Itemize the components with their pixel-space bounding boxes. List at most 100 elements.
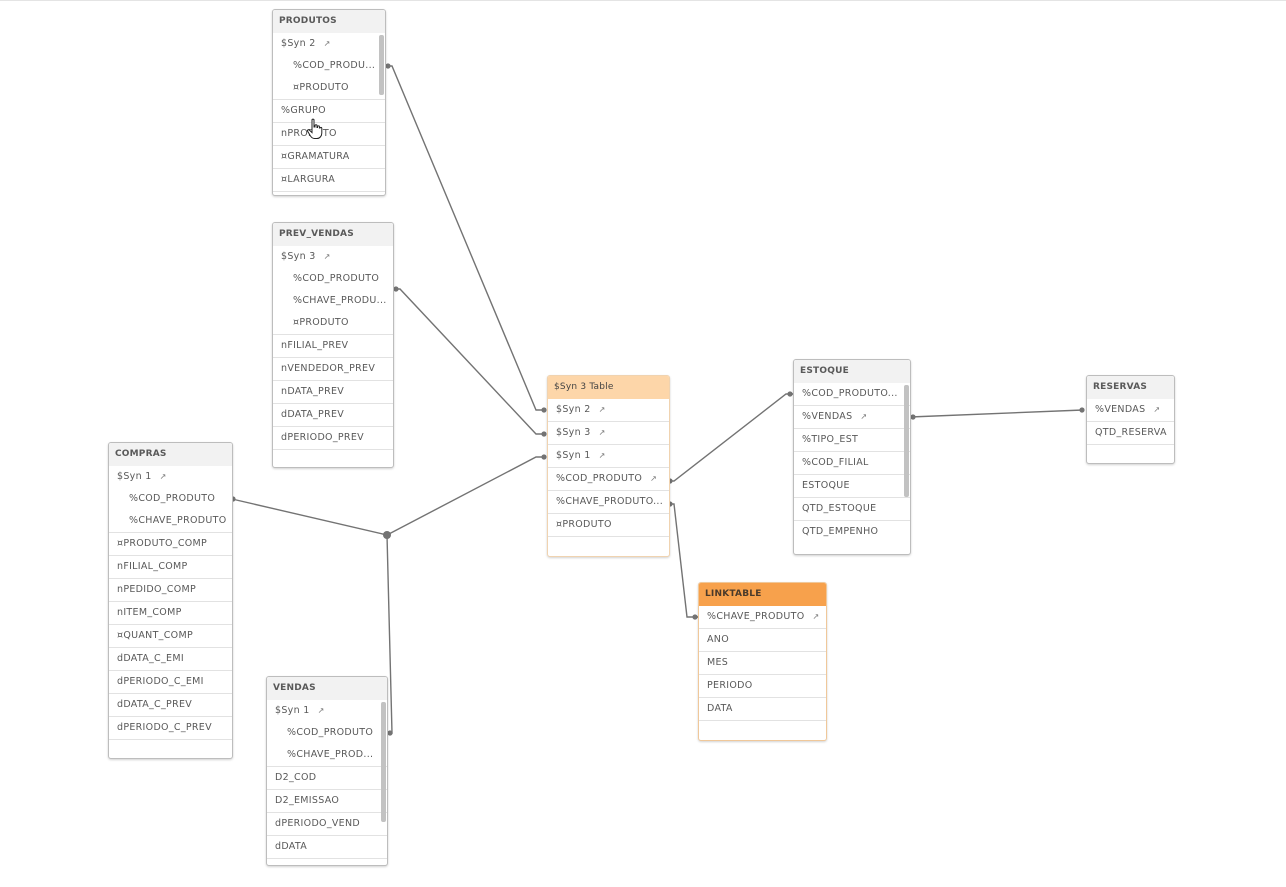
link-dot xyxy=(541,407,547,413)
link-syn3-linktable xyxy=(668,503,698,618)
table-estoque[interactable]: ESTOQUE %COD_PRODUTO... %VENDAS ↗ %TIPO_E… xyxy=(793,359,911,555)
scrollbar[interactable] xyxy=(904,385,909,497)
field-row[interactable]: %COD_PRODUTO xyxy=(267,722,387,744)
field-row[interactable]: %COD_FILIAL xyxy=(794,452,910,475)
key-icon: ↗ xyxy=(159,472,167,481)
field-label: %VENDAS xyxy=(802,411,853,422)
key-icon: ↗ xyxy=(317,706,325,715)
field-key-row[interactable]: %VENDAS ↗ xyxy=(1087,399,1174,422)
table-compras[interactable]: COMPRAS $Syn 1 ↗ %COD_PRODUTO %CHAVE_PROD… xyxy=(108,442,233,759)
table-title: RESERVAS xyxy=(1087,376,1174,399)
field-label: $Syn 2 xyxy=(556,404,591,415)
field-row[interactable]: %COD_PRODU... xyxy=(273,55,385,77)
field-row[interactable]: D2_COD xyxy=(267,767,387,790)
field-row[interactable]: nVENDEDOR_PREV xyxy=(273,358,393,381)
field-row[interactable]: %COD_PRODUTO xyxy=(273,268,393,290)
field-row[interactable]: nDATA_PREV xyxy=(273,381,393,404)
field-label: %COD_PRODUTO xyxy=(556,473,643,484)
field-row[interactable]: dDATA_C_PREV xyxy=(109,694,232,717)
field-row[interactable]: ¤PRODUTO xyxy=(273,77,385,100)
table-title: COMPRAS xyxy=(109,443,232,466)
field-row[interactable]: dDATA_PREV xyxy=(273,404,393,427)
table-reservas[interactable]: RESERVAS %VENDAS ↗ QTD_RESERVA xyxy=(1086,375,1175,464)
field-row[interactable]: %COD_PRODUTO xyxy=(109,488,232,510)
table-title: LINKTABLE xyxy=(699,583,826,606)
field-row[interactable]: DATA xyxy=(699,698,826,721)
field-label: %CHAVE_PRODUTO xyxy=(707,611,805,622)
table-vendas[interactable]: VENDAS $Syn 1 ↗ %COD_PRODUTO %CHAVE_PROD.… xyxy=(266,676,388,866)
field-row[interactable]: %CHAVE_PRODUTO... xyxy=(548,491,669,514)
field-key-row[interactable]: %COD_PRODUTO ↗ xyxy=(548,468,669,491)
field-row[interactable]: ANO xyxy=(699,629,826,652)
field-label: $Syn 3 xyxy=(556,427,591,438)
link-junction-dot xyxy=(383,531,391,539)
field-row[interactable]: dDATA xyxy=(267,836,387,859)
field-key-row[interactable]: $Syn 1 ↗ xyxy=(548,445,669,468)
field-row[interactable]: dDATA_C_EMI xyxy=(109,648,232,671)
field-row[interactable]: ¤GRAMATURA xyxy=(273,146,385,169)
field-synthetic-key[interactable]: $Syn 1 ↗ xyxy=(267,700,387,722)
key-icon: ↗ xyxy=(598,428,606,437)
field-key-row[interactable]: %VENDAS ↗ xyxy=(794,406,910,429)
field-synthetic-key[interactable]: $Syn 1 ↗ xyxy=(109,466,232,488)
key-icon: ↗ xyxy=(323,252,331,261)
link-dot xyxy=(385,63,391,69)
field-row[interactable]: dPERIODO_PREV xyxy=(273,427,393,450)
field-row[interactable]: ¤QUANT_COMP xyxy=(109,625,232,648)
field-row[interactable]: nFILIAL_COMP xyxy=(109,556,232,579)
key-icon: ↗ xyxy=(860,412,868,421)
field-row[interactable]: %CHAVE_PROD... xyxy=(267,744,387,767)
field-key-row[interactable]: $Syn 2 ↗ xyxy=(548,399,669,422)
link-compras-junction xyxy=(231,498,388,536)
link-dot xyxy=(541,431,547,437)
field-label: %VENDAS xyxy=(1095,404,1146,415)
key-icon: ↗ xyxy=(812,612,820,621)
field-row[interactable]: QTD_EMPENHO xyxy=(794,521,910,543)
table-prev-vendas[interactable]: PREV_VENDAS $Syn 3 ↗ %COD_PRODUTO %CHAVE_… xyxy=(272,222,394,468)
field-row[interactable]: nFILIAL_PREV xyxy=(273,335,393,358)
table-syn3[interactable]: $Syn 3 Table $Syn 2 ↗ $Syn 3 ↗ $Syn 1 ↗ %CO… xyxy=(547,375,670,557)
field-row[interactable]: MES xyxy=(699,652,826,675)
scrollbar[interactable] xyxy=(381,702,386,822)
field-synthetic-key[interactable]: $Syn 2 ↗ xyxy=(273,33,385,55)
link-syn3-estoque xyxy=(668,393,794,482)
scrollbar[interactable] xyxy=(379,35,384,95)
field-synthetic-key[interactable]: $Syn 3 ↗ xyxy=(273,246,393,268)
field-row[interactable]: QTD_RESERVA xyxy=(1087,422,1174,445)
field-row[interactable]: ESTOQUE xyxy=(794,475,910,498)
field-row[interactable]: %GRUPO xyxy=(273,100,385,123)
field-row[interactable]: nPRODUTO xyxy=(273,123,385,146)
key-icon: ↗ xyxy=(598,405,606,414)
top-border xyxy=(0,0,1286,1)
key-icon: ↗ xyxy=(323,39,331,48)
key-icon: ↗ xyxy=(650,474,658,483)
field-key-row[interactable]: $Syn 3 ↗ xyxy=(548,422,669,445)
field-label: $Syn 1 xyxy=(556,450,591,461)
field-row[interactable]: %COD_PRODUTO... xyxy=(794,383,910,406)
field-row[interactable]: dPERIODO_C_PREV xyxy=(109,717,232,740)
link-dot xyxy=(692,614,698,620)
field-row[interactable]: ¤LARGURA xyxy=(273,169,385,192)
field-row[interactable]: dPERIODO_VEND xyxy=(267,813,387,836)
field-row[interactable]: ¤PRODUTO_COMP xyxy=(109,533,232,556)
field-row[interactable]: dPERIODO_C_EMI xyxy=(109,671,232,694)
hand-pointer-icon xyxy=(306,118,323,139)
table-produtos[interactable]: PRODUTOS $Syn 2 ↗ %COD_PRODU... ¤PRODUTO … xyxy=(272,9,386,196)
link-dot xyxy=(1079,407,1085,413)
field-row[interactable]: ¤PRODUTO xyxy=(548,514,669,537)
field-row[interactable]: nPEDIDO_COMP xyxy=(109,579,232,602)
link-dot xyxy=(387,730,393,736)
link-prevvendas-syn3 xyxy=(394,288,545,435)
field-row[interactable]: QTD_ESTOQUE xyxy=(794,498,910,521)
field-row[interactable]: nITEM_COMP xyxy=(109,602,232,625)
field-row[interactable]: %CHAVE_PRODU... xyxy=(273,290,393,312)
table-linktable[interactable]: LINKTABLE %CHAVE_PRODUTO ↗ ANO MES PERIOD… xyxy=(698,582,827,741)
field-label: $Syn 1 xyxy=(275,705,310,716)
field-row[interactable]: D2_EMISSAO xyxy=(267,790,387,813)
field-row[interactable]: %TIPO_EST xyxy=(794,429,910,452)
field-key-row[interactable]: %CHAVE_PRODUTO ↗ xyxy=(699,606,826,629)
field-row[interactable]: PERIODO xyxy=(699,675,826,698)
field-row[interactable]: ¤PRODUTO xyxy=(273,312,393,335)
field-row[interactable]: %CHAVE_PRODUTO xyxy=(109,510,232,533)
link-dot xyxy=(541,454,547,460)
